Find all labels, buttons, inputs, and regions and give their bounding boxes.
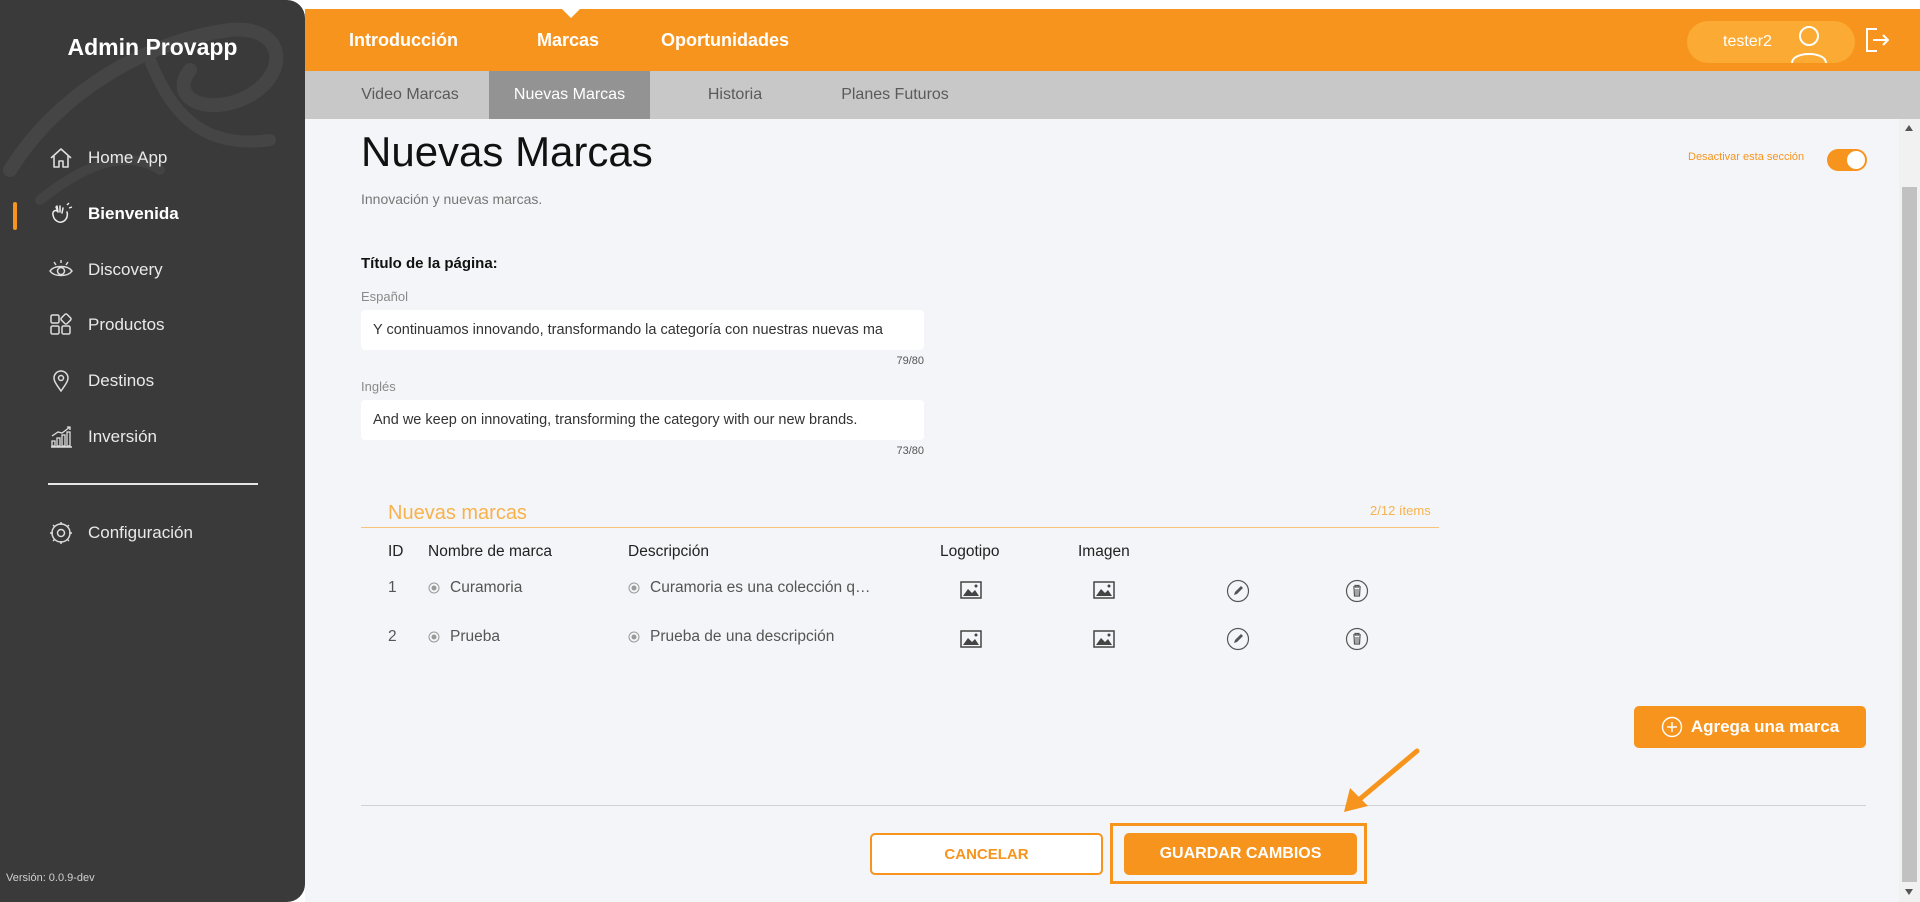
username: tester2 <box>1723 33 1772 50</box>
image-icon[interactable] <box>1093 581 1115 599</box>
language-dot-icon <box>428 631 440 643</box>
sidebar-item-bienvenida[interactable]: Bienvenida <box>48 197 179 231</box>
tab-introduccion[interactable]: Introducción <box>349 9 458 71</box>
home-icon <box>48 145 74 171</box>
column-header-logo: Logotipo <box>940 543 1000 560</box>
toggle-knob <box>1847 151 1865 169</box>
sidebar-item-label: Home App <box>88 148 168 167</box>
sidebar-item-discovery[interactable]: Discovery <box>48 253 163 287</box>
subtab-planes-futuros[interactable]: Planes Futuros <box>820 71 970 119</box>
hands-icon <box>48 201 74 227</box>
sidebar-item-label: Destinos <box>88 371 155 390</box>
bar-chart-icon <box>48 424 74 450</box>
edit-pencil-icon[interactable] <box>1226 627 1250 651</box>
location-pin-icon <box>48 368 74 394</box>
active-indicator <box>13 202 17 230</box>
page-subtitle: Innovación y nuevas marcas. <box>361 191 543 207</box>
footer-divider <box>361 805 1866 806</box>
subtab-video-marcas[interactable]: Video Marcas <box>343 71 477 119</box>
eye-icon <box>48 257 74 283</box>
sidebar-item-destinos[interactable]: Destinos <box>48 364 154 398</box>
column-header-image: Imagen <box>1078 543 1130 560</box>
spanish-field-label: Español <box>361 289 408 304</box>
scroll-up-arrow-icon[interactable] <box>1905 125 1913 131</box>
subtab-historia[interactable]: Historia <box>685 71 785 119</box>
image-icon[interactable] <box>1093 630 1115 648</box>
grid-icon <box>48 312 74 338</box>
toggle-label: Desactivar esta sección <box>1688 151 1805 163</box>
brands-section-divider <box>361 527 1439 528</box>
logout-icon[interactable] <box>1863 25 1891 55</box>
sidebar-item-label: Bienvenida <box>88 204 179 223</box>
main-content <box>305 119 1899 902</box>
sidebar-divider <box>48 483 258 485</box>
sidebar-item-label: Productos <box>88 315 165 334</box>
row-2-name: Prueba <box>428 628 500 646</box>
sidebar-item-label: Configuración <box>88 523 193 542</box>
cancel-button[interactable]: CANCELAR <box>870 833 1103 875</box>
brand-description: Prueba de una descripción <box>650 628 835 645</box>
spanish-title-input[interactable] <box>361 310 924 350</box>
brands-item-count: 2/12 ítems <box>1370 503 1431 518</box>
sidebar-item-label: Inversión <box>88 427 157 446</box>
tab-oportunidades[interactable]: Oportunidades <box>661 9 789 71</box>
brand-name: Prueba <box>450 628 500 645</box>
scrollbar-thumb[interactable] <box>1902 187 1917 882</box>
row-1-id: 1 <box>388 579 397 596</box>
column-header-id: ID <box>388 543 404 560</box>
top-navigation: Introducción Marcas Oportunidades tester… <box>305 9 1920 71</box>
sidebar-item-configuracion[interactable]: Configuración <box>48 516 193 550</box>
row-1-name: Curamoria <box>428 579 522 597</box>
sidebar-item-inversion[interactable]: Inversión <box>48 420 157 454</box>
edit-pencil-icon[interactable] <box>1226 579 1250 603</box>
add-brand-button[interactable]: Agrega una marca <box>1634 706 1866 748</box>
app-root: Admin Provapp Home App Bienvenida Discov… <box>0 0 1920 902</box>
gear-icon <box>48 520 74 546</box>
sidebar-item-home-app[interactable]: Home App <box>48 141 167 175</box>
save-changes-button[interactable]: GUARDAR CAMBIOS <box>1124 833 1357 875</box>
sidebar-item-productos[interactable]: Productos <box>48 308 165 342</box>
user-avatar-icon <box>1791 26 1827 63</box>
page-title-section-label: Título de la página: <box>361 255 498 272</box>
sidebar: Admin Provapp Home App Bienvenida Discov… <box>0 0 305 902</box>
delete-trash-icon[interactable] <box>1345 579 1369 603</box>
english-title-input[interactable] <box>361 400 924 440</box>
user-menu[interactable]: tester2 <box>1687 21 1855 63</box>
add-brand-label: Agrega una marca <box>1690 717 1840 736</box>
row-2-id: 2 <box>388 628 397 645</box>
column-header-name: Nombre de marca <box>428 543 553 560</box>
row-1-description: Curamoria es una colección q… <box>628 579 871 597</box>
spanish-char-counter: 79/80 <box>896 355 924 367</box>
subtab-nuevas-marcas[interactable]: Nuevas Marcas <box>489 71 650 119</box>
english-field-label: Inglés <box>361 379 396 394</box>
section-toggle[interactable] <box>1827 149 1867 171</box>
sub-navigation: Video Marcas Nuevas Marcas Historia Plan… <box>305 71 1920 119</box>
language-dot-icon <box>628 582 640 594</box>
page-title: Nuevas Marcas <box>361 128 653 175</box>
app-brand: Admin Provapp <box>67 34 238 60</box>
row-2-description: Prueba de una descripción <box>628 628 834 646</box>
column-header-description: Descripción <box>628 543 709 560</box>
language-dot-icon <box>628 631 640 643</box>
plus-circle-icon <box>1661 716 1683 738</box>
brand-name: Curamoria <box>450 579 523 596</box>
app-version: Versión: 0.0.9-dev <box>6 872 95 884</box>
vertical-scrollbar[interactable] <box>1899 119 1920 902</box>
language-dot-icon <box>428 582 440 594</box>
brand-description: Curamoria es una colección q… <box>650 579 871 596</box>
english-char-counter: 73/80 <box>896 445 924 457</box>
logo-image-icon[interactable] <box>960 581 982 599</box>
brands-section-title: Nuevas marcas <box>388 502 527 524</box>
tab-marcas[interactable]: Marcas <box>537 9 599 71</box>
logo-image-icon[interactable] <box>960 630 982 648</box>
delete-trash-icon[interactable] <box>1345 627 1369 651</box>
sidebar-item-label: Discovery <box>88 260 163 279</box>
scroll-down-arrow-icon[interactable] <box>1905 889 1913 895</box>
annotation-arrow-icon <box>1344 748 1420 812</box>
